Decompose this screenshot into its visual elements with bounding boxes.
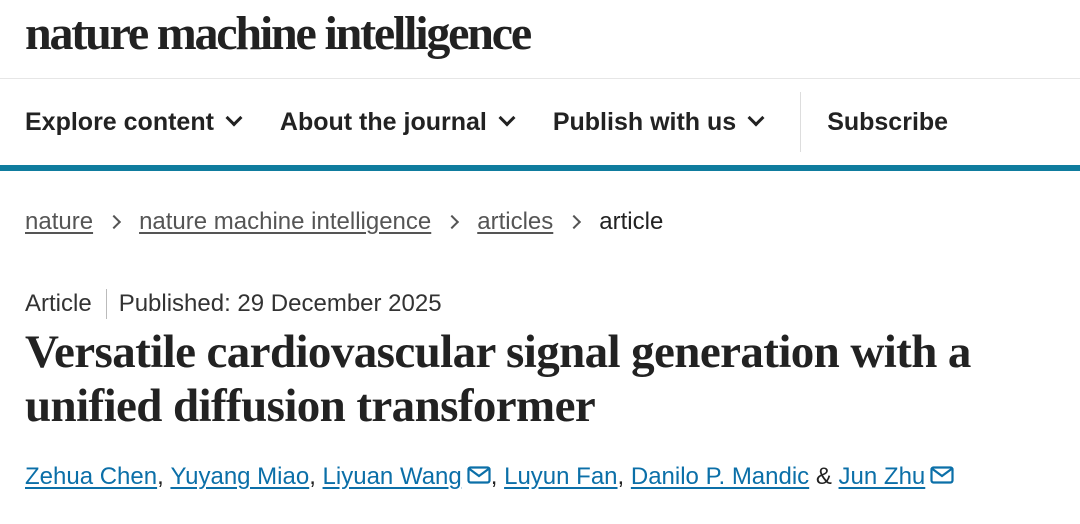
email-icon[interactable]	[467, 466, 491, 484]
chevron-down-icon	[498, 109, 516, 127]
chevron-right-icon	[567, 214, 582, 230]
chevron-down-icon	[225, 109, 243, 127]
article-type: Article	[25, 290, 92, 317]
nav-explore-content-label: Explore content	[25, 107, 214, 136]
author-link[interactable]: Danilo P. Mandic	[631, 463, 809, 491]
chevron-right-icon	[445, 214, 460, 230]
article-title: Versatile cardiovascular signal generati…	[25, 325, 1075, 433]
meta-divider	[105, 289, 107, 319]
breadcrumb-journal[interactable]: nature machine intelligence	[139, 208, 431, 236]
breadcrumb-current: article	[599, 208, 664, 235]
author-link[interactable]: Zehua Chen	[25, 463, 157, 491]
author-separator: ,	[157, 463, 164, 490]
breadcrumb: nature nature machine intelligence artic…	[0, 205, 1080, 239]
article-title-line2: unified diffusion transformer	[25, 380, 596, 432]
author-link[interactable]: Yuyang Miao	[170, 463, 309, 491]
author-link[interactable]: Luyun Fan	[504, 463, 617, 491]
author-separator: ,	[490, 463, 498, 490]
main-nav: Explore content About the journal Publis…	[0, 79, 1080, 171]
author-link[interactable]: Jun Zhu	[839, 463, 926, 491]
breadcrumb-nature[interactable]: nature	[25, 208, 93, 236]
email-icon[interactable]	[930, 466, 954, 484]
chevron-down-icon	[747, 109, 765, 127]
article-meta: Article Published: 29 December 2025	[0, 289, 1080, 319]
nav-about-journal[interactable]: About the journal	[279, 107, 516, 137]
subscribe-label: Subscribe	[827, 107, 949, 136]
journal-logo[interactable]: nature machine intelligence	[25, 10, 532, 58]
author-conjunction: &	[815, 463, 832, 490]
subscribe-button[interactable]: Subscribe	[827, 108, 948, 137]
author-link[interactable]: Liyuan Wang	[323, 463, 462, 491]
chevron-right-icon	[106, 214, 122, 230]
author-list: Zehua Chen, Yuyang Miao, Liyuan Wang, Lu…	[0, 463, 1080, 491]
published-date: Published: 29 December 2025	[118, 290, 442, 317]
site-header: nature machine intelligence	[0, 0, 1080, 79]
article-title-line1: Versatile cardiovascular signal generati…	[25, 326, 971, 378]
nav-divider	[800, 92, 802, 152]
nav-publish-label: Publish with us	[552, 107, 737, 136]
breadcrumb-articles[interactable]: articles	[477, 208, 553, 236]
nav-explore-content[interactable]: Explore content	[25, 107, 243, 137]
author-separator: ,	[309, 463, 316, 490]
author-separator: ,	[617, 463, 625, 490]
nav-publish-with-us[interactable]: Publish with us	[552, 107, 765, 137]
nav-about-journal-label: About the journal	[279, 107, 487, 136]
